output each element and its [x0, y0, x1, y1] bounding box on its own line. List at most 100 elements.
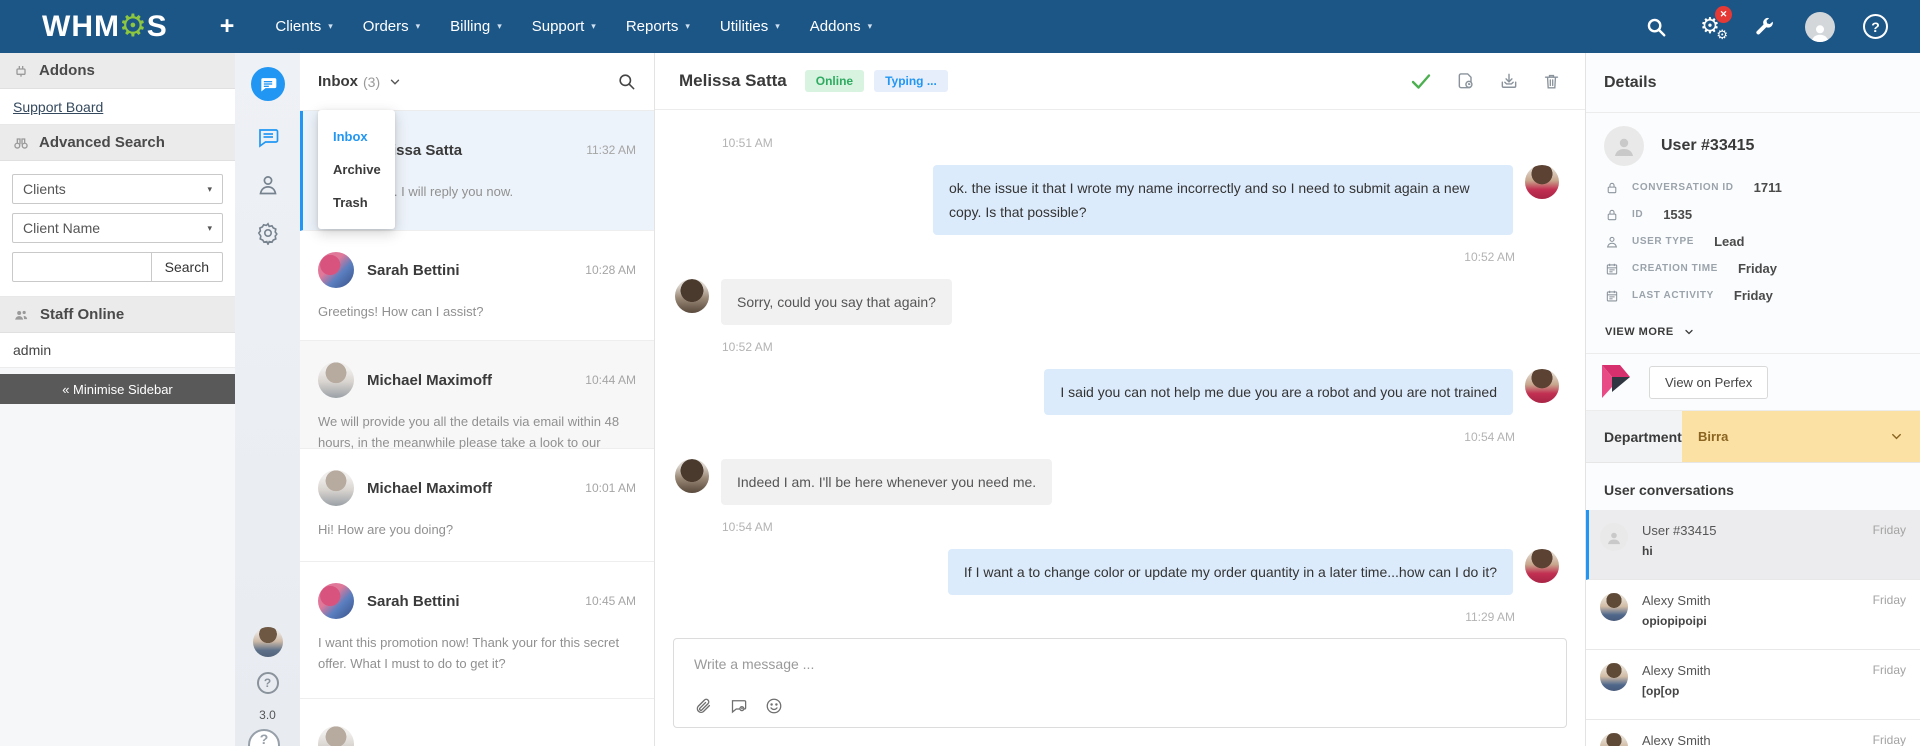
minimise-sidebar-button[interactable]: « Minimise Sidebar	[0, 374, 235, 404]
staff-online-item: admin	[0, 333, 235, 368]
avatar	[1600, 523, 1628, 551]
lock-icon	[1605, 181, 1619, 195]
sidebar-section-advanced-search: Advanced Search	[0, 125, 235, 161]
automation-status-icon[interactable]: ⚙ ⚙ ✕	[1697, 14, 1723, 40]
search-input[interactable]	[12, 252, 152, 282]
help-icon[interactable]: ?	[1863, 14, 1888, 39]
rail-help-icon[interactable]: ?	[257, 672, 279, 694]
menu-support[interactable]: Support▾	[517, 8, 611, 45]
support-board-logo[interactable]	[251, 67, 285, 101]
rail-settings-tab[interactable]	[256, 221, 280, 245]
inbox-filter-label[interactable]: Inbox	[318, 73, 358, 90]
user-avatar-placeholder	[1604, 126, 1644, 166]
avatar	[318, 726, 354, 746]
avatar	[1600, 733, 1628, 746]
user-conversation-row[interactable]: Alexy Smith [op[op Friday	[1586, 650, 1920, 720]
conversation-item[interactable]: Sarah Bettini 10:28 AM Greetings! How ca…	[300, 231, 654, 341]
conversation-item[interactable]: Sarah Bettini 10:45 AM I want this promo…	[300, 562, 654, 699]
account-avatar[interactable]	[1805, 12, 1835, 42]
details-title: Details	[1586, 53, 1920, 113]
chat-user-name: Melissa Satta	[679, 71, 787, 91]
whmcs-logo[interactable]: WHM⚙S	[42, 10, 168, 44]
version-label: 3.0	[259, 708, 276, 722]
calendar-icon	[1605, 262, 1619, 276]
avatar	[1525, 165, 1559, 199]
timestamp: 10:52 AM	[675, 340, 1559, 354]
user-conversation-row[interactable]: Alexy Smith Friday	[1586, 720, 1920, 746]
avatar	[1525, 549, 1559, 583]
logo-gear-icon: ⚙	[119, 11, 148, 42]
download-conversation-icon[interactable]	[1499, 71, 1519, 91]
system-tools-icon[interactable]	[1751, 14, 1777, 40]
avatar	[318, 252, 354, 288]
avatar	[1600, 663, 1628, 691]
main-menu: Clients▾ Orders▾ Billing▾ Support▾ Repor…	[260, 8, 887, 45]
menu-reports[interactable]: Reports▾	[611, 8, 705, 45]
menu-billing[interactable]: Billing▾	[435, 8, 517, 45]
user-conversation-row[interactable]: Alexy Smith opiopipoipi Friday	[1586, 580, 1920, 650]
timestamp: 11:29 AM	[675, 610, 1559, 624]
whmcs-support-board-app: WHM⚙S + Clients▾ Orders▾ Billing▾ Suppor…	[0, 0, 1920, 746]
chevron-down-icon: ▾	[497, 21, 502, 32]
chevron-down-icon: ▾	[685, 21, 690, 32]
view-more-toggle[interactable]: VIEW MORE	[1586, 309, 1920, 354]
menu-clients[interactable]: Clients▾	[260, 8, 347, 45]
message-list: 10:51 AM ok. the issue it that I wrote m…	[655, 111, 1585, 636]
dropdown-option-inbox[interactable]: Inbox	[318, 120, 395, 153]
staff-group-icon	[13, 307, 30, 323]
navbar-right-icons: ⚙ ⚙ ✕ ?	[1643, 12, 1888, 42]
department-label: Department	[1586, 411, 1682, 462]
menu-orders[interactable]: Orders▾	[348, 8, 435, 45]
dropdown-option-trash[interactable]: Trash	[318, 186, 395, 219]
search-field-select[interactable]: Client Name ▾	[12, 213, 223, 243]
search-type-select[interactable]: Clients ▾	[12, 174, 223, 204]
message-input[interactable]	[674, 639, 1566, 672]
attachment-icon[interactable]	[694, 697, 712, 715]
top-navbar: WHM⚙S + Clients▾ Orders▾ Billing▾ Suppor…	[0, 0, 1920, 53]
chevron-down-icon[interactable]	[388, 75, 402, 89]
delete-conversation-icon[interactable]	[1542, 72, 1561, 91]
conversation-item[interactable]: Michael Maximoff 10:01 AM Hi! How are yo…	[300, 449, 654, 562]
conversation-item[interactable]: Michael Maximoff 10:44 AM We will provid…	[300, 341, 654, 449]
emoji-icon[interactable]	[765, 697, 783, 715]
chevron-down-icon: ▾	[207, 223, 212, 234]
avatar	[1525, 369, 1559, 403]
user-conversation-row[interactable]: User #33415 hi Friday	[1586, 510, 1920, 580]
menu-addons[interactable]: Addons▾	[795, 8, 887, 45]
agent-message: Indeed I am. I'll be here whenever you n…	[675, 459, 1559, 505]
sidebar-section-addons: Addons	[0, 53, 235, 89]
visitor-message: I said you can not help me due you are a…	[675, 369, 1559, 415]
menu-utilities[interactable]: Utilities▾	[705, 8, 795, 45]
support-board-rail: ? 3.0 ?	[235, 53, 300, 746]
department-select[interactable]: Birra	[1682, 411, 1920, 462]
dropdown-option-archive[interactable]: Archive	[318, 153, 395, 186]
timestamp: 10:51 AM	[675, 136, 1559, 150]
detail-field: USER TYPE Lead	[1586, 228, 1920, 255]
view-on-perfex-button[interactable]: View on Perfex	[1649, 366, 1768, 399]
chevron-down-icon: ▾	[328, 21, 333, 32]
saved-replies-icon[interactable]	[729, 697, 748, 715]
timestamp: 10:52 AM	[675, 250, 1559, 264]
chevron-down-icon	[1683, 326, 1695, 338]
rail-conversations-tab[interactable]	[256, 125, 280, 149]
conversation-item[interactable]	[300, 699, 654, 746]
advanced-search-form: Clients ▾ Client Name ▾ Search	[0, 161, 235, 297]
timestamp: 10:54 AM	[675, 520, 1559, 534]
chevron-down-icon: ▾	[868, 21, 873, 32]
quick-add-button[interactable]: +	[220, 12, 235, 41]
transcript-notes-icon[interactable]	[1456, 71, 1476, 91]
avatar	[675, 279, 709, 313]
mark-read-icon[interactable]	[1409, 69, 1433, 93]
intelligent-search-icon[interactable]	[1643, 14, 1669, 40]
floating-help-icon[interactable]: ?	[248, 729, 280, 746]
rail-users-tab[interactable]	[256, 173, 280, 197]
search-button[interactable]: Search	[152, 252, 223, 282]
avatar	[675, 459, 709, 493]
details-panel: Details User #33415 CONVERSATION ID 1711…	[1585, 53, 1920, 746]
agent-profile-avatar[interactable]	[253, 627, 283, 657]
avatar	[1600, 593, 1628, 621]
visitor-message: If I want a to change color or update my…	[675, 549, 1559, 595]
visitor-message: ok. the issue it that I wrote my name in…	[675, 165, 1559, 235]
conversation-search-icon[interactable]	[617, 72, 636, 91]
support-board-link[interactable]: Support Board	[13, 99, 103, 115]
